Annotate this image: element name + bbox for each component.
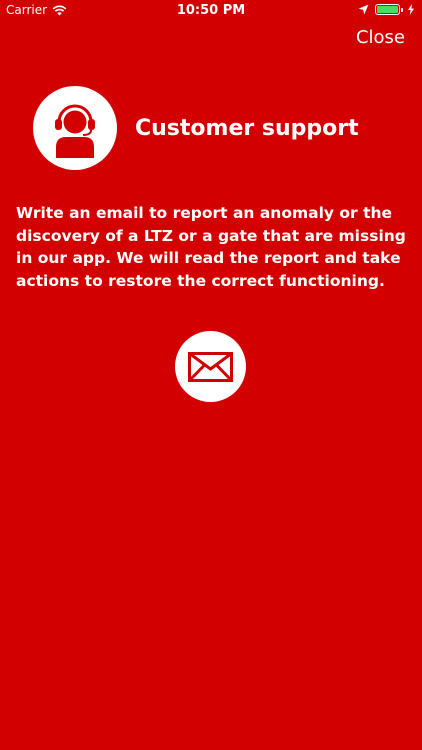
location-arrow-icon [358,4,369,15]
page-title: Customer support [135,115,359,141]
charging-bolt-icon [408,4,414,15]
send-email-button[interactable] [175,331,246,402]
page-header: Customer support [33,86,359,170]
close-button[interactable]: Close [356,27,405,48]
battery-icon [375,4,403,15]
avatar [33,86,117,170]
battery-level [377,6,398,13]
support-description: Write an email to report an anomaly or t… [16,204,406,290]
battery-tip [401,8,403,12]
status-right-group [358,4,414,15]
envelope-icon [188,352,233,382]
status-bar: Carrier 10:50 PM [0,0,422,22]
headset-agent-icon [55,104,95,158]
